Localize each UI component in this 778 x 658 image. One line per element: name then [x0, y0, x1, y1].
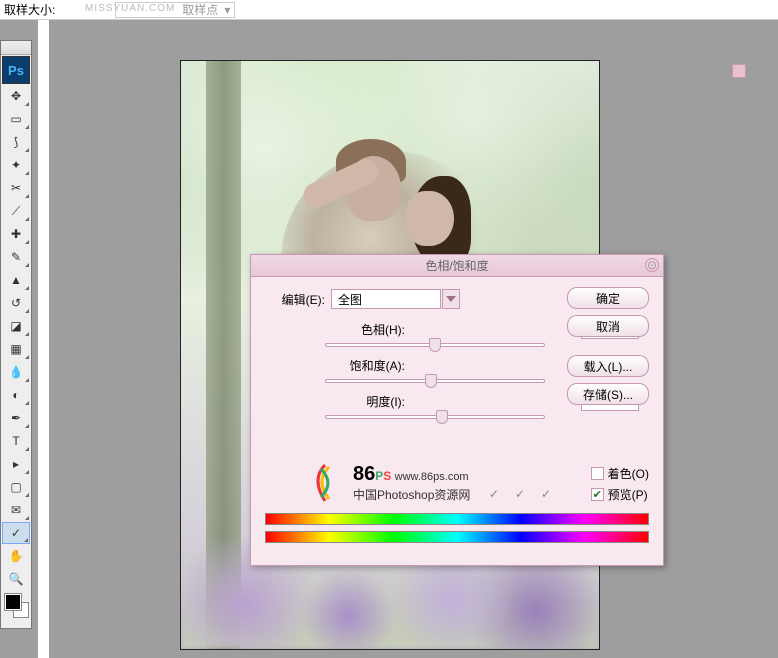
marquee-tool[interactable]: ▭ [2, 108, 30, 130]
close-icon[interactable]: ⊙ [645, 258, 659, 272]
tools-panel: Ps ✥ ▭ ⟆ ✦ ✂ ⟋ ✚ ✎ ▲ ↺ ◪ ▦ 💧 ◐ ✒ T ▸ ▢ ✉… [0, 40, 32, 629]
healing-tool[interactable]: ✚ [2, 223, 30, 245]
slice-tool[interactable]: ⟋ [2, 200, 30, 222]
eyedropper-icon[interactable]: ✓ [489, 487, 505, 503]
type-tool[interactable]: T [2, 430, 30, 452]
eraser-tool[interactable]: ◪ [2, 315, 30, 337]
logo-icon [301, 459, 349, 507]
sample-size-label: 取样大小: [4, 1, 55, 18]
dialog-titlebar[interactable]: 色相/饱和度 ⊙ [251, 255, 663, 277]
preview-checkbox[interactable]: ✔ [591, 488, 604, 501]
brush-tool[interactable]: ✎ [2, 246, 30, 268]
saturation-label: 饱和度(A): [325, 357, 405, 374]
chevron-down-icon[interactable] [442, 289, 460, 309]
eyedropper-minus-icon[interactable]: ✓ [541, 487, 557, 503]
zoom-tool[interactable]: 🔍 [2, 568, 30, 590]
watermark-logo: 86PS www.86ps.com 中国Photoshop资源网 [301, 459, 470, 507]
color-swatches[interactable] [3, 594, 29, 624]
spectrum-bars [265, 513, 649, 549]
blur-tool[interactable]: 💧 [2, 361, 30, 383]
gradient-tool[interactable]: ▦ [2, 338, 30, 360]
cancel-button[interactable]: 取消 [567, 315, 649, 337]
shape-tool[interactable]: ▢ [2, 476, 30, 498]
move-tool[interactable]: ✥ [2, 85, 30, 107]
preview-label: 预览(P) [608, 486, 648, 503]
logo-subtitle: 中国Photoshop资源网 [353, 486, 470, 503]
right-handle[interactable] [732, 64, 746, 78]
stamp-tool[interactable]: ▲ [2, 269, 30, 291]
edit-label: 编辑(E): [265, 291, 325, 308]
hue-saturation-dialog: 色相/饱和度 ⊙ 编辑(E): 全图 色相(H): 0 饱和度(A): -4 明… [250, 254, 664, 566]
ps-logo: Ps [2, 56, 30, 84]
hand-tool[interactable]: ✋ [2, 545, 30, 567]
pen-tool[interactable]: ✒ [2, 407, 30, 429]
dialog-title-text: 色相/饱和度 [425, 257, 488, 274]
save-button[interactable]: 存储(S)... [567, 383, 649, 405]
vertical-ruler [38, 20, 50, 658]
tools-grip[interactable] [1, 41, 31, 55]
spectrum-input[interactable] [265, 513, 649, 525]
history-brush-tool[interactable]: ↺ [2, 292, 30, 314]
eyedropper-plus-icon[interactable]: ✓ [515, 487, 531, 503]
lightness-label: 明度(I): [325, 393, 405, 410]
colorize-checkbox[interactable] [591, 467, 604, 480]
path-select-tool[interactable]: ▸ [2, 453, 30, 475]
hue-slider[interactable] [325, 343, 545, 347]
notes-tool[interactable]: ✉ [2, 499, 30, 521]
watermark-url-top: MISSYUAN.COM [85, 3, 175, 14]
chevron-down-icon: ▾ [224, 3, 230, 17]
saturation-slider[interactable] [325, 379, 545, 383]
edit-select[interactable]: 全图 [331, 289, 441, 309]
colorize-label: 着色(O) [608, 465, 649, 482]
load-button[interactable]: 载入(L)... [567, 355, 649, 377]
spectrum-output[interactable] [265, 531, 649, 543]
lasso-tool[interactable]: ⟆ [2, 131, 30, 153]
eyedropper-tool[interactable]: ✓ [2, 522, 30, 544]
logo-url: www.86ps.com [395, 471, 469, 483]
dodge-tool[interactable]: ◐ [2, 384, 30, 406]
wand-tool[interactable]: ✦ [2, 154, 30, 176]
eyedropper-group: ✓ ✓ ✓ [489, 487, 557, 503]
ok-button[interactable]: 确定 [567, 287, 649, 309]
logo-number: 86 [353, 463, 375, 485]
crop-tool[interactable]: ✂ [2, 177, 30, 199]
lightness-slider[interactable] [325, 415, 545, 419]
hue-label: 色相(H): [325, 321, 405, 338]
foreground-color[interactable] [5, 594, 21, 610]
